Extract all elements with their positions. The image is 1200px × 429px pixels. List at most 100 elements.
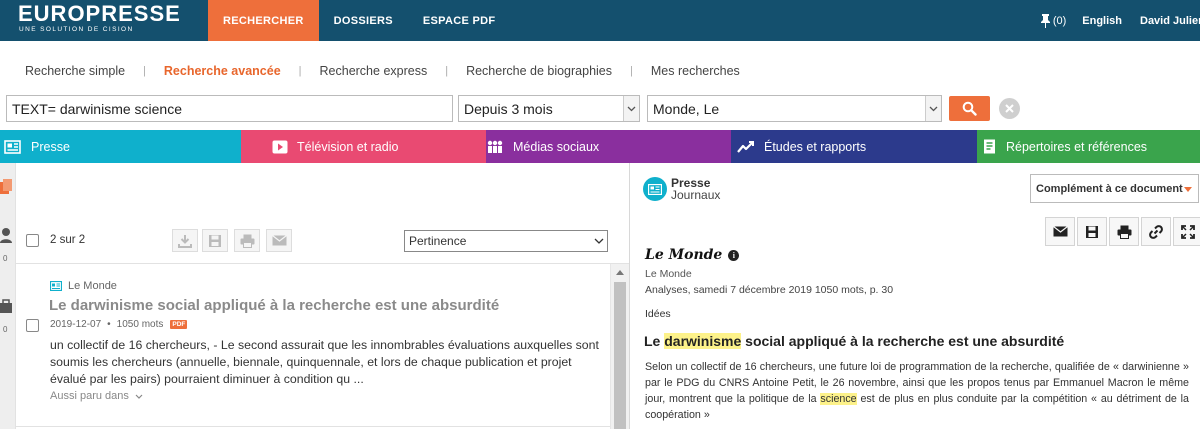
document-body: Selon un collectif de 16 chercheurs, une… bbox=[645, 359, 1189, 423]
user-icon[interactable] bbox=[0, 227, 14, 243]
result-source: Le Monde bbox=[50, 280, 117, 292]
briefcase-icon[interactable] bbox=[0, 299, 14, 314]
title-part: social appliqué à la recherche est une a… bbox=[741, 333, 1065, 349]
mail-icon bbox=[271, 235, 287, 246]
tab-television-radio[interactable]: Télévision et radio bbox=[241, 130, 486, 163]
clear-search-button[interactable] bbox=[999, 98, 1020, 119]
left-toolbar: 0 0 bbox=[0, 163, 16, 429]
print-document-button[interactable] bbox=[1109, 217, 1139, 246]
link-document-button[interactable] bbox=[1141, 217, 1171, 246]
nav-dossiers[interactable]: DOSSIERS bbox=[319, 0, 408, 41]
mail-icon bbox=[1052, 226, 1068, 237]
subnav-recherche-express[interactable]: Recherche express bbox=[320, 64, 428, 78]
complement-dropdown[interactable]: Complément à ce document bbox=[1030, 174, 1199, 203]
document-tools bbox=[1043, 217, 1200, 246]
newspaper-icon bbox=[50, 281, 62, 291]
nav-espace-pdf[interactable]: ESPACE PDF bbox=[408, 0, 510, 41]
document-type-text: Presse Journaux bbox=[671, 177, 720, 201]
search-query-input[interactable]: TEXT= darwinisme science bbox=[6, 95, 453, 122]
title-part: Le bbox=[644, 333, 665, 349]
europresse-logo[interactable]: EUROPRESSE UNE SOLUTION DE CISION bbox=[18, 2, 181, 34]
print-icon bbox=[240, 234, 254, 248]
period-value: Depuis 3 mois bbox=[464, 100, 553, 117]
language-switch[interactable]: English bbox=[1082, 15, 1122, 27]
tab-presse[interactable]: Presse bbox=[0, 130, 241, 163]
separator: | bbox=[630, 65, 633, 77]
scroll-up-arrow[interactable] bbox=[616, 270, 624, 275]
result-title[interactable]: Le darwinisme social appliqué à la reche… bbox=[49, 297, 499, 314]
document-type: Presse Journaux bbox=[643, 177, 720, 201]
pinned-documents[interactable]: (0) bbox=[1040, 13, 1067, 28]
subnav-mes-recherches[interactable]: Mes recherches bbox=[651, 64, 740, 78]
info-icon[interactable]: i bbox=[728, 249, 740, 261]
title-highlight: darwinisme bbox=[664, 333, 742, 349]
document-type-sub: Journaux bbox=[671, 188, 721, 202]
search-button[interactable] bbox=[949, 96, 990, 121]
result-words: 1050 mots bbox=[116, 319, 164, 330]
top-bar: EUROPRESSE UNE SOLUTION DE CISION RECHER… bbox=[0, 0, 1200, 41]
download-button[interactable] bbox=[172, 229, 198, 252]
also-published-toggle[interactable]: Aussi paru dans bbox=[50, 390, 143, 402]
download-icon bbox=[178, 234, 192, 248]
result-date: 2019-12-07 bbox=[50, 319, 102, 330]
documents-icon[interactable] bbox=[0, 179, 14, 195]
separator: | bbox=[445, 65, 449, 77]
period-select[interactable]: Depuis 3 mois bbox=[458, 95, 640, 122]
people-icon bbox=[487, 140, 503, 153]
sort-select[interactable]: Pertinence bbox=[404, 230, 608, 252]
scroll-thumb[interactable] bbox=[614, 282, 626, 429]
directory-icon bbox=[984, 139, 995, 154]
result-separator bbox=[16, 426, 610, 427]
newspaper-icon bbox=[4, 139, 21, 154]
result-checkbox[interactable] bbox=[26, 319, 39, 332]
tab-label: Télévision et radio bbox=[297, 139, 399, 154]
logo-tagline: UNE SOLUTION DE CISION bbox=[19, 26, 134, 33]
user-menu[interactable]: David Julien bbox=[1140, 15, 1200, 27]
document-section: Idées bbox=[645, 308, 671, 320]
subnav-recherche-biographies[interactable]: Recherche de biographies bbox=[466, 64, 612, 78]
chevron-down-icon bbox=[135, 394, 143, 399]
tab-label: Répertoires et références bbox=[1006, 139, 1148, 154]
print-icon bbox=[1117, 225, 1131, 239]
separator: | bbox=[298, 65, 302, 77]
email-document-button[interactable] bbox=[1045, 217, 1075, 246]
result-item[interactable]: Le Monde Le darwinisme social appliqué à… bbox=[16, 264, 610, 429]
result-source-name: Le Monde bbox=[68, 280, 117, 292]
main-nav: RECHERCHER DOSSIERS ESPACE PDF bbox=[208, 0, 510, 41]
pin-icon bbox=[1040, 13, 1050, 28]
sort-value: Pertinence bbox=[409, 234, 467, 248]
publication-logo: Le Monde i bbox=[645, 247, 740, 263]
print-button[interactable] bbox=[234, 229, 260, 252]
email-button[interactable] bbox=[266, 229, 292, 252]
source-value: Monde, Le bbox=[653, 100, 720, 117]
publication-name: Le Monde bbox=[645, 247, 723, 263]
user-count: 0 bbox=[3, 254, 8, 263]
save-button[interactable] bbox=[202, 229, 228, 252]
tab-etudes-rapports[interactable]: Études et rapports bbox=[731, 130, 977, 163]
fullscreen-button[interactable] bbox=[1173, 217, 1200, 246]
complement-label: Complément à ce document bbox=[1036, 182, 1183, 195]
document-edition: Analyses, samedi 7 décembre 2019 1050 mo… bbox=[645, 284, 894, 296]
link-icon bbox=[1149, 224, 1163, 239]
expand-icon bbox=[1181, 224, 1195, 239]
document-source: Le Monde bbox=[645, 268, 692, 280]
chevron-down-icon bbox=[623, 96, 639, 121]
document-title: Le darwinisme social appliqué à la reche… bbox=[644, 333, 1064, 349]
pdf-badge[interactable]: PDF bbox=[170, 320, 188, 329]
subnav-recherche-simple[interactable]: Recherche simple bbox=[25, 64, 125, 78]
pin-count: (0) bbox=[1052, 14, 1067, 27]
source-select[interactable]: Monde, Le bbox=[647, 95, 942, 122]
nav-rechercher[interactable]: RECHERCHER bbox=[208, 0, 319, 41]
document-panel: Presse Journaux Complément à ce document… bbox=[630, 163, 1200, 429]
tab-repertoires-references[interactable]: Répertoires et références bbox=[977, 130, 1200, 163]
results-panel: 2 sur 2 Pertinence Le Monde Le darwinism… bbox=[16, 163, 629, 429]
subnav-recherche-avancee[interactable]: Recherche avancée bbox=[164, 64, 281, 78]
trend-line-icon bbox=[737, 140, 754, 153]
select-all-checkbox[interactable] bbox=[26, 234, 39, 247]
save-document-button[interactable] bbox=[1077, 217, 1107, 246]
save-icon bbox=[209, 234, 221, 247]
body-highlight: science bbox=[820, 393, 857, 405]
tab-label: Études et rapports bbox=[764, 139, 867, 154]
results-scrollbar[interactable] bbox=[610, 264, 629, 429]
tab-medias-sociaux[interactable]: Médias sociaux bbox=[486, 130, 731, 163]
